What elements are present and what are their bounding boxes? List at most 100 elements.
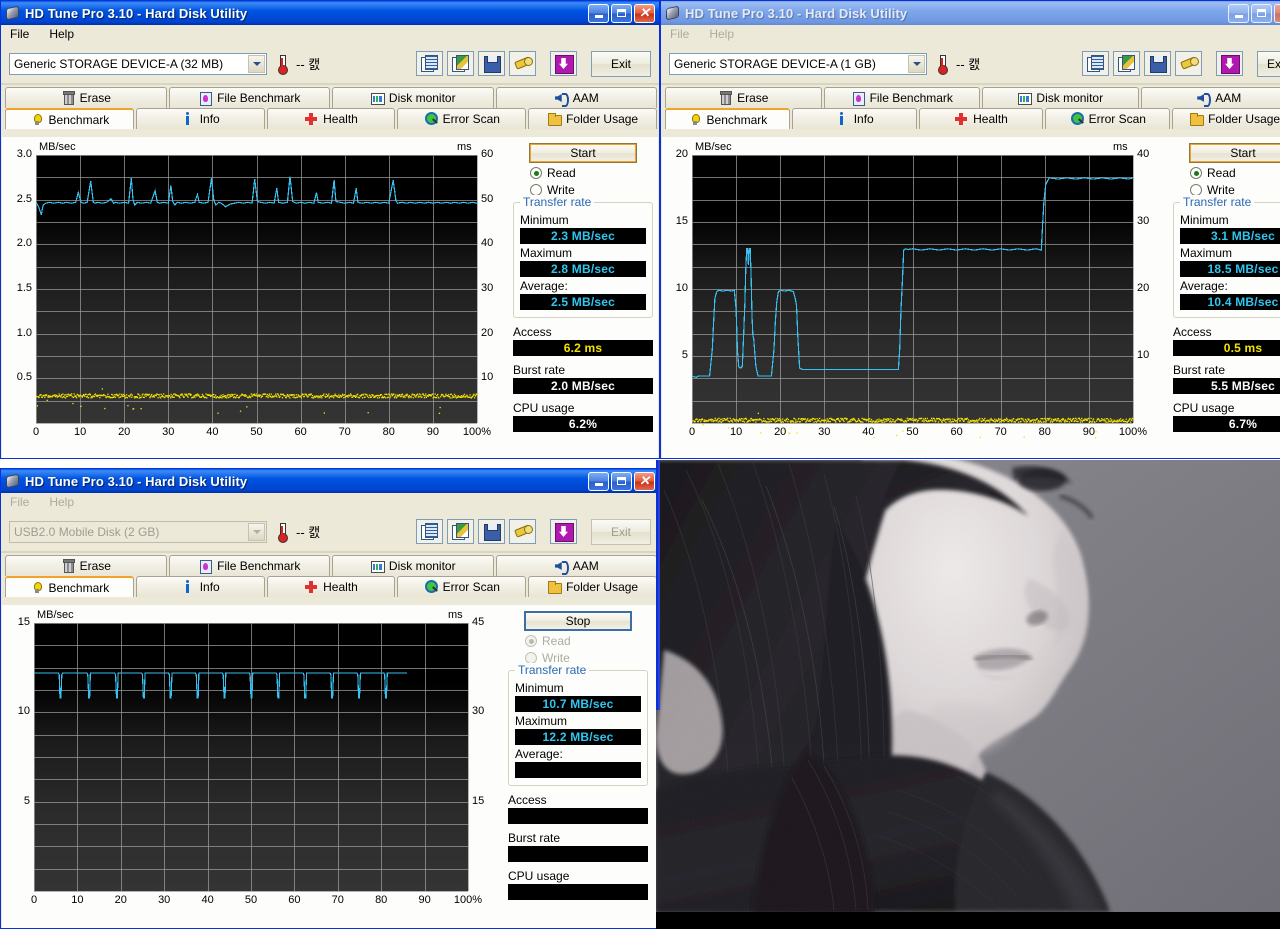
tab-benchmark[interactable]: Benchmark [665,108,790,129]
radio-read-3[interactable]: Read [508,634,648,648]
tab-health[interactable]: Health [918,108,1044,129]
tab-aam[interactable]: AAM [495,87,657,108]
radio-read-1[interactable]: Read [513,166,653,180]
chevron-down-icon[interactable] [248,54,265,73]
menu-file[interactable]: File [667,26,692,42]
x-axis-tick: 60 [288,894,301,906]
x-axis-tick: 90 [426,426,440,438]
maximize-button[interactable] [611,471,632,491]
close-button[interactable]: ✕ [634,471,655,491]
titlebar-3[interactable]: HD Tune Pro 3.10 - Hard Disk Utility ✕ [1,469,659,493]
copy-icon-button[interactable] [416,519,443,544]
thermometer-icon [275,53,289,75]
tab-error-scan[interactable]: Error Scan [397,108,527,129]
maximize-button[interactable] [611,3,632,23]
device-select-2[interactable]: Generic STORAGE DEVICE-A (1 GB) [669,52,927,75]
y2-axis-tick: 10 [1137,349,1150,361]
tab-label: File Benchmark [217,91,301,105]
tab-folder-usage[interactable]: Folder Usage [528,108,657,129]
menubar-2[interactable]: File Help [661,25,1280,44]
maximize-button[interactable] [1251,3,1272,23]
minimize-button[interactable] [1228,3,1249,23]
tab-health[interactable]: Health [266,576,396,597]
minimum-value: 3.1 MB/sec [1180,228,1280,244]
y2-axis-tick: 30 [1137,215,1150,227]
minimum-label: Minimum [1180,213,1229,227]
tab-info[interactable]: Info [135,576,265,597]
close-button[interactable]: ✕ [634,3,655,23]
download-icon-button[interactable] [550,51,577,76]
download-icon-button[interactable] [550,519,577,544]
device-select-1[interactable]: Generic STORAGE DEVICE-A (32 MB) [9,52,267,75]
copy-color-icon-button[interactable] [447,51,474,76]
toolbar-2[interactable]: Generic STORAGE DEVICE-A (1 GB) -- 캜 Ex [661,44,1280,85]
tab-aam[interactable]: AAM [1140,87,1280,108]
titlebar-2[interactable]: HD Tune Pro 3.10 - Hard Disk Utility ✕ [661,1,1280,25]
tab-file-benchmark[interactable]: File Benchmark [823,87,980,108]
app-icon [665,5,681,21]
tab-benchmark[interactable]: Benchmark [5,108,134,129]
menu-help[interactable]: Help [46,26,77,42]
copy-icon-button[interactable] [1082,51,1109,76]
copy-color-icon-button[interactable] [447,519,474,544]
data-series [34,672,408,699]
minimum-label: Minimum [520,213,569,227]
toolbar-1[interactable]: Generic STORAGE DEVICE-A (32 MB) -- 캜 Ex… [1,44,659,85]
radio-read-2[interactable]: Read [1173,166,1280,180]
chevron-down-icon[interactable] [908,54,925,73]
window-hdtune-3[interactable]: HD Tune Pro 3.10 - Hard Disk Utility ✕ F… [0,468,660,929]
window-hdtune-1[interactable]: HD Tune Pro 3.10 - Hard Disk Utility ✕ F… [0,0,660,459]
tab-disk-monitor[interactable]: Disk monitor [332,555,494,576]
tab-error-scan[interactable]: Error Scan [397,576,527,597]
exit-button[interactable]: Exit [591,518,651,545]
tab-erase[interactable]: Erase [5,87,167,108]
close-button[interactable]: ✕ [1274,3,1280,23]
tab-erase[interactable]: Erase [665,87,822,108]
wrench-icon-button[interactable] [1175,51,1202,76]
start-button-1[interactable]: Start [529,143,637,163]
titlebar-1[interactable]: HD Tune Pro 3.10 - Hard Disk Utility ✕ [1,1,659,25]
tab-erase[interactable]: Erase [5,555,167,576]
tab-disk-monitor[interactable]: Disk monitor [332,87,494,108]
wrench-icon-button[interactable] [509,519,536,544]
tab-health[interactable]: Health [266,108,396,129]
device-select-3[interactable]: USB2.0 Mobile Disk (2 GB) [9,520,267,543]
tab-file-benchmark[interactable]: File Benchmark [168,555,330,576]
minimize-button[interactable] [588,3,609,23]
save-icon-button[interactable] [478,519,505,544]
tab-disk-monitor[interactable]: Disk monitor [982,87,1139,108]
tab-benchmark[interactable]: Benchmark [5,576,134,597]
menu-file[interactable]: File [7,26,32,42]
menu-help[interactable]: Help [46,494,77,510]
copy-icon-button[interactable] [416,51,443,76]
menu-help[interactable]: Help [706,26,737,42]
copy-color-icon-button[interactable] [1113,51,1140,76]
start-button-2[interactable]: Start [1189,143,1280,163]
toolbar-3[interactable]: USB2.0 Mobile Disk (2 GB) -- 캜 Exit [1,512,659,553]
info-icon [835,112,849,126]
stop-button-3[interactable]: Stop [524,611,632,631]
wrench-icon-button[interactable] [509,51,536,76]
tab-info[interactable]: Info [791,108,917,129]
menubar-3[interactable]: File Help [1,493,659,512]
menubar-1[interactable]: File Help [1,25,659,44]
tab-info[interactable]: Info [135,108,265,129]
y-axis-tick: 3.0 [16,148,32,160]
tab-aam[interactable]: AAM [495,555,657,576]
photo-viewer-window[interactable] [656,460,1280,929]
access-value [508,808,648,824]
minimize-button[interactable] [588,471,609,491]
exit-button[interactable]: Ex [1257,50,1280,77]
exit-button[interactable]: Exit [591,50,651,77]
tab-file-benchmark[interactable]: File Benchmark [168,87,330,108]
download-icon-button[interactable] [1216,51,1243,76]
save-icon-button[interactable] [478,51,505,76]
tab-folder-usage[interactable]: Folder Usage [1172,108,1280,129]
lightbulb-icon [30,581,44,595]
window-hdtune-2[interactable]: HD Tune Pro 3.10 - Hard Disk Utility ✕ F… [660,0,1280,459]
menu-file[interactable]: File [7,494,32,510]
tab-folder-usage[interactable]: Folder Usage [528,576,657,597]
tab-error-scan[interactable]: Error Scan [1045,108,1171,129]
save-icon-button[interactable] [1144,51,1171,76]
chevron-down-icon[interactable] [248,522,265,541]
